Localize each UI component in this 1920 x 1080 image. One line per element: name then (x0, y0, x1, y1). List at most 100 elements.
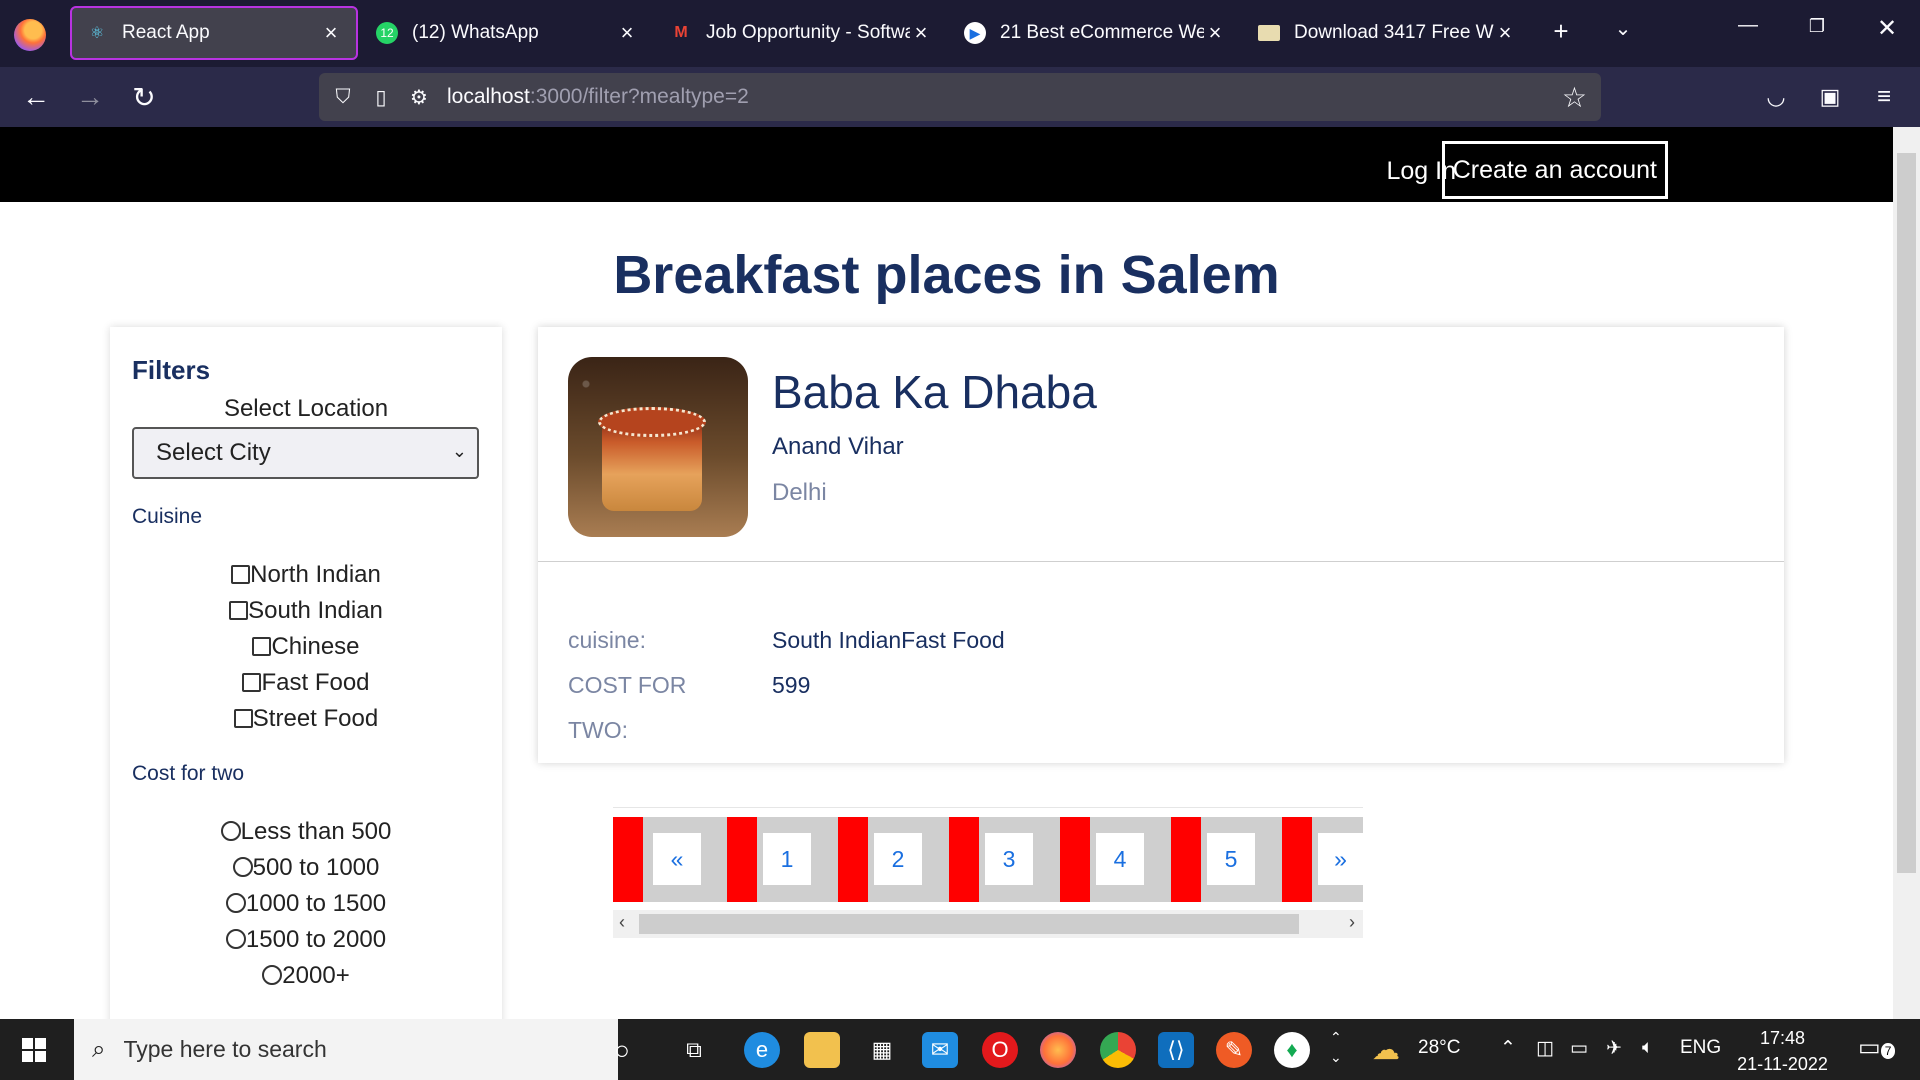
meet-now-icon[interactable]: ◫ (1536, 1037, 1554, 1060)
close-icon[interactable]: × (1204, 20, 1226, 46)
scrollbar-thumb[interactable] (639, 914, 1299, 934)
cost-option[interactable]: 2000+ (110, 962, 502, 990)
reload-icon[interactable]: ↻ (124, 77, 164, 117)
vertical-scrollbar[interactable] (1893, 127, 1920, 1019)
minimize-icon[interactable]: — (1733, 14, 1763, 37)
task-view-icon[interactable]: ⧉ (676, 1032, 712, 1068)
taskbar-scroll-icon[interactable]: ⌃ ⌄ (1330, 1027, 1342, 1067)
page-info-icon[interactable]: ▯ (367, 83, 395, 111)
tab-react-app[interactable]: ⚛ React App × (70, 6, 358, 60)
pagination-separator (949, 817, 979, 902)
cuisine-option[interactable]: Street Food (110, 705, 502, 733)
close-icon[interactable]: × (910, 20, 932, 46)
menu-icon[interactable]: ≡ (1864, 77, 1904, 117)
airplane-mode-icon[interactable]: ✈ (1606, 1037, 1622, 1060)
mail-icon[interactable]: ✉ (922, 1032, 958, 1068)
volume-icon[interactable]: 🔈︎ (1642, 1037, 1653, 1059)
close-icon[interactable]: × (320, 20, 342, 46)
cost-option[interactable]: 1000 to 1500 (110, 890, 502, 918)
close-icon[interactable]: × (616, 20, 638, 46)
tab-gmail[interactable]: M Job Opportunity - Softwar × (656, 6, 946, 60)
site-header: Log In Create an account (0, 127, 1893, 202)
page-3-button[interactable]: 3 (985, 833, 1033, 885)
radio[interactable] (225, 893, 246, 913)
scroll-left-icon[interactable]: ‹ (619, 912, 625, 933)
pagination-separator (1282, 817, 1312, 902)
tracking-protection-icon[interactable]: ⛉ (329, 83, 357, 111)
opera-icon[interactable]: O (982, 1032, 1018, 1068)
next-page-button[interactable]: » (1318, 833, 1363, 885)
pocket-icon[interactable]: ◡ (1756, 77, 1796, 117)
tab-title: 21 Best eCommerce Webs (1000, 22, 1204, 43)
restaurant-card[interactable]: Baba Ka Dhaba Anand Vihar Delhi cuisine:… (538, 327, 1784, 763)
scrollbar-thumb[interactable] (1897, 153, 1916, 873)
postman-icon[interactable]: ✎ (1216, 1032, 1252, 1068)
extensions-icon[interactable]: ▣ (1810, 77, 1850, 117)
edge-icon[interactable]: e (744, 1032, 780, 1068)
language-indicator[interactable]: ENG (1680, 1037, 1721, 1059)
cost-option[interactable]: Less than 500 (110, 818, 502, 846)
scroll-right-icon[interactable]: › (1349, 912, 1355, 933)
search-icon: ⌕ (92, 1035, 106, 1063)
cost-option[interactable]: 1500 to 2000 (110, 926, 502, 954)
weather-icon[interactable]: ☁ (1372, 1033, 1400, 1066)
weather-temp[interactable]: 28°C (1418, 1037, 1460, 1059)
vscode-icon[interactable]: ⟨⟩ (1158, 1032, 1194, 1068)
checkbox[interactable] (229, 601, 249, 620)
notification-icon[interactable]: ▭ 7 (1858, 1033, 1896, 1062)
mongodb-icon[interactable]: ♦ (1274, 1032, 1310, 1068)
cost-value: 599 (772, 672, 811, 698)
radio[interactable] (232, 857, 253, 877)
page-2-button[interactable]: 2 (874, 833, 922, 885)
create-account-button[interactable]: Create an account (1441, 141, 1668, 199)
restaurant-name[interactable]: Baba Ka Dhaba (772, 365, 1097, 419)
cortana-icon[interactable]: ○ (604, 1032, 640, 1068)
city-select[interactable]: Select City ⌄ (132, 427, 479, 479)
tray-chevron-icon[interactable]: ⌃ (1500, 1037, 1516, 1060)
forward-icon[interactable]: → (70, 77, 110, 117)
url-text[interactable]: localhost:3000/filter?mealtype=2 (447, 85, 749, 109)
page-4-button[interactable]: 4 (1096, 833, 1144, 885)
firefox-taskbar-icon[interactable] (1040, 1032, 1076, 1068)
tab-download-templates[interactable]: Download 3417 Free Web × (1244, 6, 1530, 60)
page-1-button[interactable]: 1 (763, 833, 811, 885)
bookmark-star-icon[interactable]: ☆ (1562, 81, 1587, 114)
prev-page-button[interactable]: « (653, 833, 701, 885)
taskbar-search[interactable]: ⌕ Type here to search (74, 1019, 618, 1080)
page-5-button[interactable]: 5 (1207, 833, 1255, 885)
clock[interactable]: 17:48 21-11-2022 (1730, 1025, 1835, 1077)
battery-icon[interactable]: ▭ (1570, 1037, 1588, 1060)
tab-ecommerce[interactable]: ▶ 21 Best eCommerce Webs × (950, 6, 1240, 60)
filters-panel: Filters Select Location Select City ⌄ Cu… (110, 327, 502, 1019)
file-explorer-icon[interactable] (804, 1032, 840, 1068)
cost-option[interactable]: 500 to 1000 (110, 854, 502, 882)
cost-key-line-2: TWO: (568, 717, 629, 743)
checkbox[interactable] (233, 709, 253, 728)
windows-start-icon[interactable] (22, 1038, 46, 1062)
chrome-icon[interactable] (1100, 1032, 1136, 1068)
cuisine-option[interactable]: South Indian (110, 597, 502, 625)
checkbox[interactable] (242, 673, 262, 692)
cuisine-option[interactable]: Chinese (110, 633, 502, 661)
tab-list-chevron-icon[interactable]: ⌄ (1608, 16, 1638, 41)
back-icon[interactable]: ← (16, 77, 56, 117)
radio[interactable] (262, 965, 283, 985)
radio[interactable] (225, 929, 246, 949)
filters-title: Filters (132, 355, 211, 385)
checkbox[interactable] (252, 637, 272, 656)
close-window-icon[interactable]: ✕ (1872, 14, 1902, 43)
tab-whatsapp[interactable]: 12 (12) WhatsApp × (362, 6, 652, 60)
cuisine-option[interactable]: North Indian (110, 561, 502, 589)
restore-icon[interactable]: ❐ (1802, 16, 1832, 37)
firefox-icon[interactable] (14, 19, 46, 51)
microsoft-store-icon[interactable]: ▦ (864, 1032, 900, 1068)
radio[interactable] (220, 821, 241, 841)
url-bar[interactable]: ⛉ ▯ ⚙ localhost:3000/filter?mealtype=2 ☆ (319, 73, 1601, 121)
horizontal-scrollbar[interactable]: ‹ › (613, 910, 1363, 938)
close-icon[interactable]: × (1494, 20, 1516, 46)
cuisine-key: cuisine: (568, 627, 646, 653)
checkbox[interactable] (231, 565, 251, 584)
permissions-icon[interactable]: ⚙ (405, 83, 433, 111)
new-tab-icon[interactable]: + (1546, 16, 1576, 47)
cuisine-option[interactable]: Fast Food (110, 669, 502, 697)
